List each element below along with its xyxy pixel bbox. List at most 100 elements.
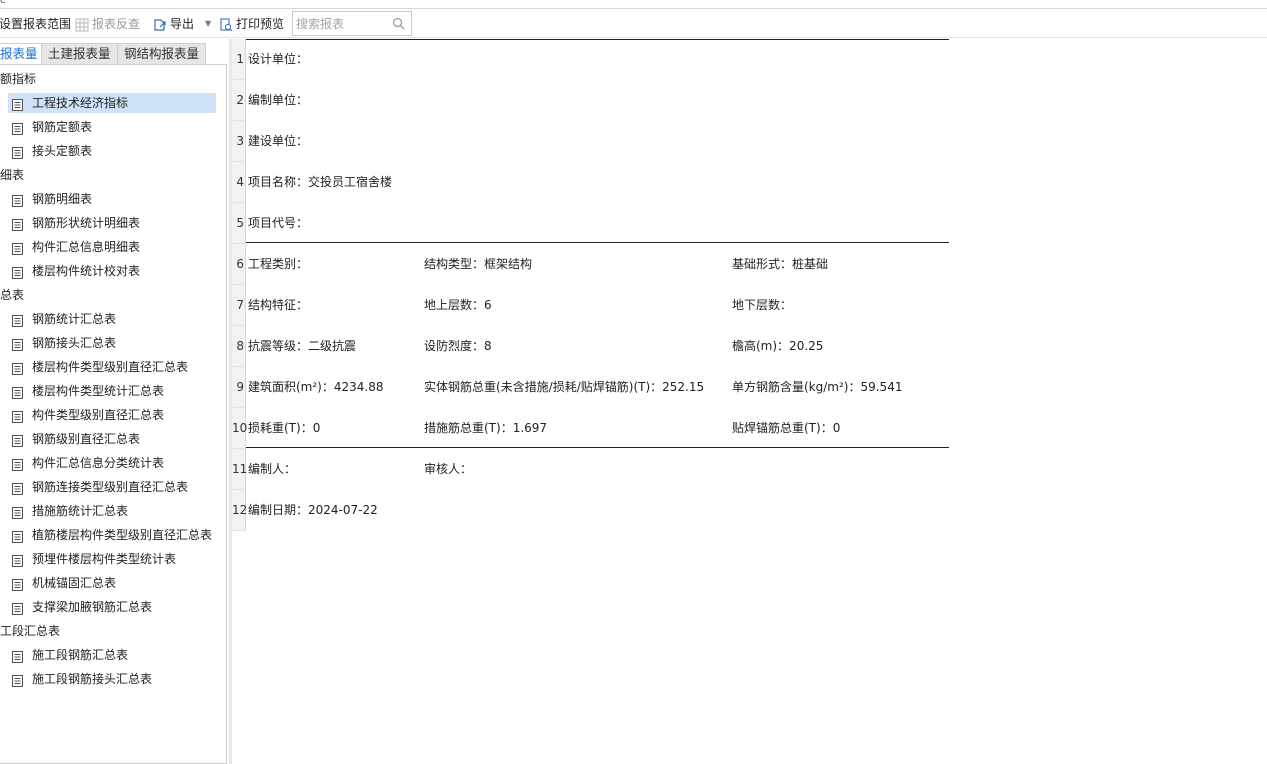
- document-icon: [12, 529, 23, 543]
- tree-item-label: 构件汇总信息明细表: [32, 240, 141, 254]
- document-icon: [12, 145, 23, 159]
- report-nav-panel: 报表量 土建报表量 钢结构报表量 定额指标工程技术经济指标钢筋定额表接头定额表明…: [0, 39, 229, 764]
- tree-item-label: 预埋件楼层构件类型统计表: [32, 552, 177, 566]
- document-icon: [12, 265, 23, 279]
- row-number: 11: [232, 449, 247, 490]
- tab-label: 钢结构报表量: [124, 46, 200, 61]
- tree-item[interactable]: 钢筋形状统计明细表: [8, 213, 216, 233]
- tree-item[interactable]: 楼层构件类型统计汇总表: [8, 381, 216, 401]
- tree-item-label: 钢筋明细表: [32, 192, 93, 206]
- report-cell: 建设单位：: [248, 134, 309, 148]
- tab-steel-report[interactable]: 钢结构报表量: [117, 43, 207, 65]
- print-preview-icon: [220, 17, 233, 31]
- document-icon: [12, 121, 23, 135]
- tree-item[interactable]: 机械锚固汇总表: [8, 573, 216, 593]
- report-cell: 檐高(m)：20.25: [732, 339, 824, 353]
- tree-item-label: 钢筋形状统计明细表: [32, 216, 141, 230]
- tree-item[interactable]: 施工段钢筋接头汇总表: [8, 669, 216, 689]
- row-number: 9: [232, 367, 246, 408]
- tree-group[interactable]: 定额指标: [0, 69, 36, 89]
- document-icon: [12, 577, 23, 591]
- search-icon[interactable]: [392, 17, 405, 30]
- tree-item-label: 支撑梁加腋钢筋汇总表: [32, 600, 153, 614]
- tree-item-label: 施工段钢筋接头汇总表: [32, 672, 153, 686]
- tree-item[interactable]: 支撑梁加腋钢筋汇总表: [8, 597, 216, 617]
- document-icon: [12, 241, 23, 255]
- report-cell: 设防烈度：8: [424, 339, 492, 353]
- export-dropdown-arrow-icon[interactable]: ▼: [205, 15, 211, 33]
- tree-item[interactable]: 构件类型级别直径汇总表: [8, 405, 216, 425]
- report-check-label: 报表反查: [92, 17, 141, 31]
- tree-item[interactable]: 钢筋连接类型级别直径汇总表: [8, 477, 216, 497]
- search-input[interactable]: [293, 12, 389, 35]
- document-icon: [12, 337, 23, 351]
- report-cell: 审核人：: [424, 462, 473, 476]
- document-icon: [12, 193, 23, 207]
- tree-group[interactable]: 明细表: [0, 165, 24, 185]
- report-cell: 单方钢筋含量(kg/m²)：59.541: [732, 380, 903, 394]
- report-cell: 工程类别：: [248, 257, 309, 271]
- section-divider: [246, 242, 949, 243]
- tree-item-label: 机械锚固汇总表: [32, 576, 117, 590]
- toolbar: 设置报表范围 报表反查 导出 ▼ 打印预览: [0, 10, 1267, 38]
- document-icon: [12, 553, 23, 567]
- row-number: 12: [232, 490, 247, 531]
- tree-item-label: 钢筋连接类型级别直径汇总表: [32, 480, 189, 494]
- tree-item[interactable]: 钢筋接头汇总表: [8, 333, 216, 353]
- set-report-range-button[interactable]: 设置报表范围: [0, 15, 71, 33]
- tab-civil-report[interactable]: 土建报表量: [41, 43, 118, 65]
- tree-item-label: 构件汇总信息分类统计表: [32, 456, 165, 470]
- document-icon: [12, 217, 23, 231]
- report-cell: 地下层数：: [732, 298, 793, 312]
- tree-item[interactable]: 钢筋定额表: [8, 117, 216, 137]
- tree-item[interactable]: 构件汇总信息分类统计表: [8, 453, 216, 473]
- tree-item[interactable]: 楼层构件类型级别直径汇总表: [8, 357, 216, 377]
- tree-item[interactable]: 预埋件楼层构件类型统计表: [8, 549, 216, 569]
- tree-item[interactable]: 楼层构件统计校对表: [8, 261, 216, 281]
- tree-item[interactable]: 接头定额表: [8, 141, 216, 161]
- print-preview-label: 打印预览: [236, 17, 285, 31]
- title-fragment: c: [0, 0, 6, 6]
- tree-item[interactable]: 钢筋统计汇总表: [8, 309, 216, 329]
- tree-item[interactable]: 植筋楼层构件类型级别直径汇总表: [8, 525, 216, 545]
- report-cell: 编制人：: [248, 462, 297, 476]
- tree-item[interactable]: 钢筋明细表: [8, 189, 216, 209]
- tree-item-label: 措施筋统计汇总表: [32, 504, 129, 518]
- row-number: 8: [232, 326, 246, 367]
- tree-item[interactable]: 钢筋级别直径汇总表: [8, 429, 216, 449]
- report-cell: 基础形式：桩基础: [732, 257, 829, 271]
- tab-rebar-report[interactable]: 报表量: [0, 43, 45, 65]
- report-cell: 项目代号：: [248, 216, 309, 230]
- report-cell: 损耗重(T)：0: [248, 421, 321, 435]
- tree-item[interactable]: 措施筋统计汇总表: [8, 501, 216, 521]
- section-divider: [246, 39, 949, 40]
- document-icon: [12, 649, 23, 663]
- tree-item-label: 钢筋统计汇总表: [32, 312, 117, 326]
- tree-group[interactable]: 施工段汇总表: [0, 621, 60, 641]
- document-icon: [12, 673, 23, 687]
- document-icon: [12, 505, 23, 519]
- tree-item-label: 植筋楼层构件类型级别直径汇总表: [32, 528, 213, 542]
- tree-item-label: 施工段钢筋汇总表: [32, 648, 129, 662]
- report-check-button[interactable]: 报表反查: [75, 15, 140, 33]
- report-cell: 设计单位：: [248, 52, 309, 66]
- tab-label: 土建报表量: [48, 46, 111, 61]
- row-number: 2: [232, 80, 246, 121]
- export-button[interactable]: 导出: [153, 15, 194, 33]
- tree-item[interactable]: 工程技术经济指标: [8, 93, 216, 113]
- document-icon: [12, 409, 23, 423]
- document-icon: [12, 601, 23, 615]
- grid-icon: [75, 18, 89, 31]
- tree-item-label: 接头定额表: [32, 144, 93, 158]
- tree-group[interactable]: 汇总表: [0, 285, 24, 305]
- document-icon: [12, 457, 23, 471]
- tree-item[interactable]: 构件汇总信息明细表: [8, 237, 216, 257]
- print-preview-button[interactable]: 打印预览: [219, 15, 284, 33]
- report-cell: 编制单位：: [248, 93, 309, 107]
- search-box[interactable]: [292, 11, 412, 36]
- tree-item-label: 工程技术经济指标: [32, 96, 129, 110]
- report-cell: 编制日期：2024-07-22: [248, 503, 378, 517]
- tree-item[interactable]: 施工段钢筋汇总表: [8, 645, 216, 665]
- report-tabs: 报表量 土建报表量 钢结构报表量: [0, 41, 229, 65]
- report-cell: 措施筋总重(T)：1.697: [424, 421, 548, 435]
